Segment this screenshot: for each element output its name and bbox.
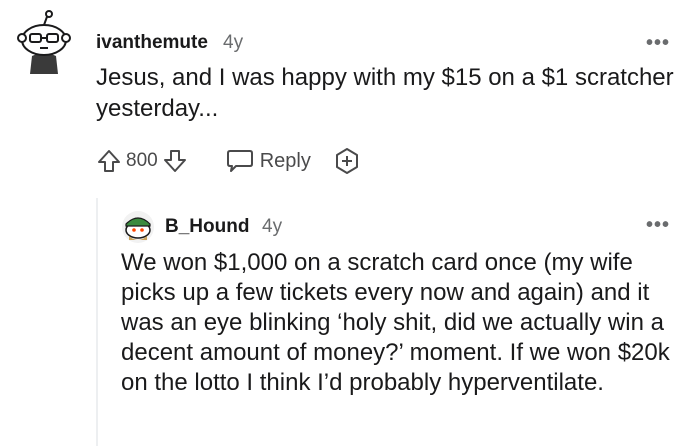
speech-bubble-icon (226, 148, 254, 174)
upvote-icon[interactable] (96, 148, 122, 174)
comment-author[interactable]: B_Hound (165, 216, 249, 238)
comment-author[interactable]: ivanthemute (96, 32, 208, 54)
downvote-icon[interactable] (162, 148, 188, 174)
comment-age: 4y (262, 216, 283, 237)
comment-actions: 800 Reply (96, 146, 361, 176)
more-options-icon[interactable]: ••• (646, 214, 670, 237)
avatar[interactable] (14, 10, 74, 74)
award-plus-icon[interactable] (333, 147, 361, 175)
comment-body: We won $1,000 on a scratch card once (my… (121, 249, 670, 396)
reply-button[interactable]: Reply (226, 148, 311, 174)
snoo-avatar-icon (17, 10, 71, 74)
comment-age: 4y (223, 32, 244, 53)
reply-label: Reply (259, 149, 311, 172)
avatar[interactable] (121, 210, 155, 244)
vote-count: 800 (126, 150, 158, 171)
snoo-avatar-icon (122, 211, 154, 243)
more-options-icon[interactable]: ••• (646, 32, 670, 55)
comment-body: Jesus, and I was happy with my $15 on a … (96, 64, 674, 122)
thread-line[interactable] (96, 198, 98, 446)
